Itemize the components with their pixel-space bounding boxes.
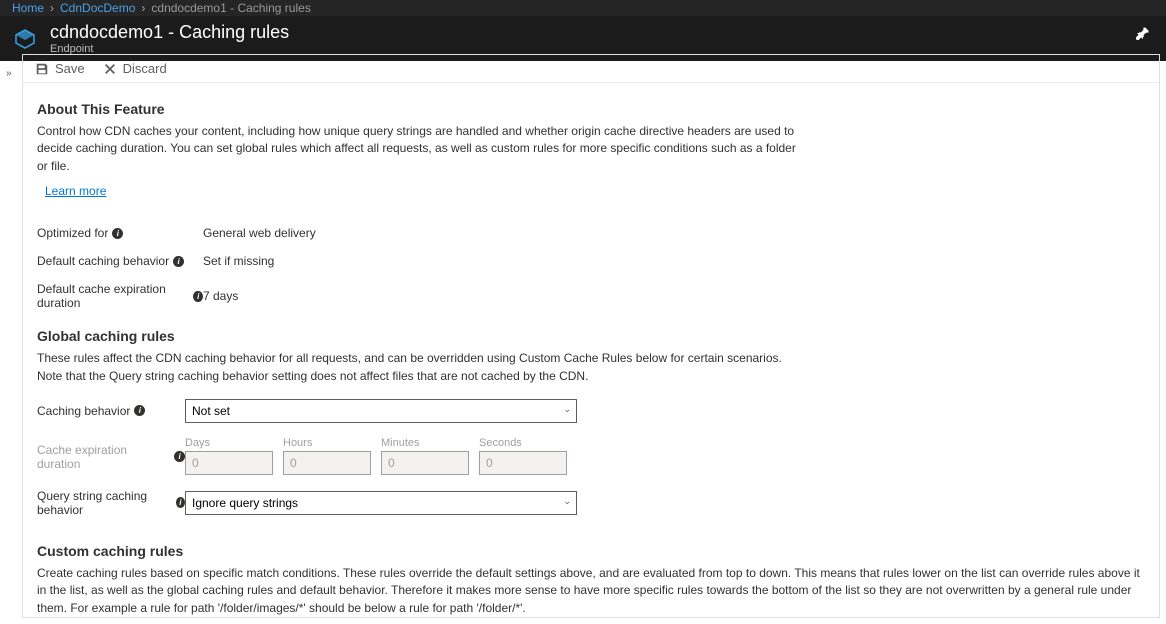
discard-label: Discard bbox=[123, 61, 167, 76]
command-bar: Save Discard bbox=[23, 55, 1159, 83]
optimized-for-label: Optimized for bbox=[37, 226, 108, 240]
global-body: These rules affect the CDN caching behav… bbox=[37, 350, 797, 385]
default-caching-value: Set if missing bbox=[203, 254, 274, 268]
default-exp-label: Default cache expiration duration bbox=[37, 282, 189, 310]
breadcrumb-sep: › bbox=[50, 1, 54, 15]
info-icon[interactable]: i bbox=[174, 451, 185, 462]
info-icon[interactable]: i bbox=[134, 405, 145, 416]
hours-input bbox=[283, 451, 371, 475]
endpoint-icon bbox=[12, 26, 38, 52]
hours-label: Hours bbox=[283, 437, 371, 449]
breadcrumb-level1[interactable]: CdnDocDemo bbox=[60, 1, 135, 15]
caching-behavior-select[interactable]: Not set bbox=[185, 399, 577, 423]
save-icon bbox=[35, 62, 49, 76]
days-label: Days bbox=[185, 437, 273, 449]
learn-more-link[interactable]: Learn more bbox=[45, 184, 106, 198]
query-label: Query string caching behavior bbox=[37, 489, 172, 517]
expiration-label: Cache expiration duration bbox=[37, 443, 170, 471]
info-icon[interactable]: i bbox=[193, 291, 203, 302]
default-exp-value: 7 days bbox=[203, 289, 238, 303]
info-icon[interactable]: i bbox=[112, 228, 123, 239]
minutes-label: Minutes bbox=[381, 437, 469, 449]
seconds-label: Seconds bbox=[479, 437, 567, 449]
save-button[interactable]: Save bbox=[35, 61, 85, 76]
seconds-input bbox=[479, 451, 567, 475]
caching-behavior-label: Caching behavior bbox=[37, 404, 130, 418]
info-icon[interactable]: i bbox=[176, 497, 185, 508]
breadcrumb: Home › CdnDocDemo › cdndocdemo1 - Cachin… bbox=[0, 0, 1166, 16]
query-string-select[interactable]: Ignore query strings bbox=[185, 491, 577, 515]
discard-icon bbox=[103, 62, 117, 76]
minutes-input bbox=[381, 451, 469, 475]
global-title: Global caching rules bbox=[37, 328, 1145, 344]
custom-title: Custom caching rules bbox=[37, 543, 1145, 559]
info-icon[interactable]: i bbox=[173, 256, 184, 267]
breadcrumb-sep: › bbox=[141, 1, 145, 15]
breadcrumb-home[interactable]: Home bbox=[12, 1, 44, 15]
default-caching-label: Default caching behavior bbox=[37, 254, 169, 268]
discard-button[interactable]: Discard bbox=[103, 61, 167, 76]
days-input bbox=[185, 451, 273, 475]
save-label: Save bbox=[55, 61, 85, 76]
expand-sidebar-icon[interactable]: » bbox=[2, 64, 16, 83]
breadcrumb-current: cdndocdemo1 - Caching rules bbox=[151, 1, 310, 15]
optimized-for-value: General web delivery bbox=[203, 226, 316, 240]
content: Save Discard About This Feature Control … bbox=[22, 54, 1160, 618]
about-title: About This Feature bbox=[37, 101, 1145, 117]
pin-icon[interactable] bbox=[1136, 26, 1150, 43]
page-title: cdndocdemo1 - Caching rules bbox=[50, 22, 289, 43]
custom-body: Create caching rules based on specific m… bbox=[37, 565, 1145, 617]
about-body: Control how CDN caches your content, inc… bbox=[37, 123, 797, 175]
